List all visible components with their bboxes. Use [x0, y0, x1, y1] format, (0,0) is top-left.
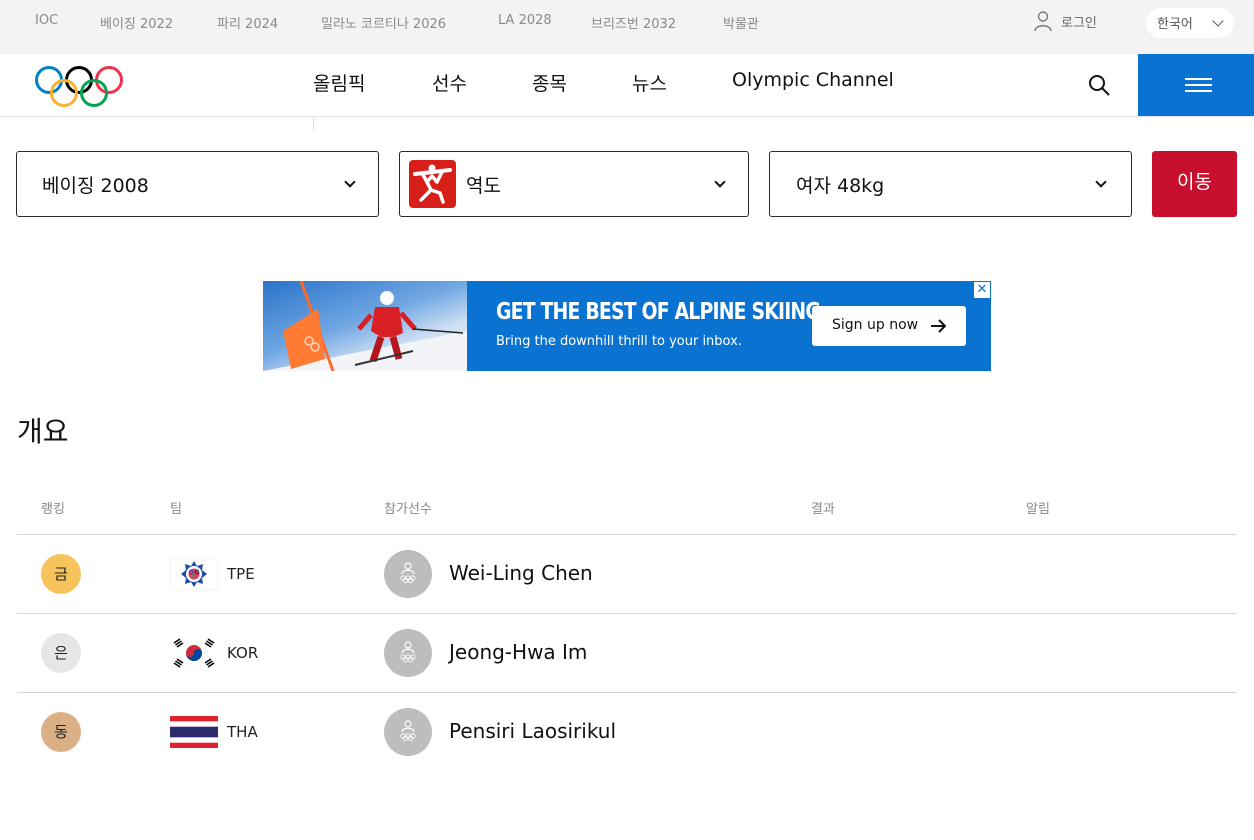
table-divider — [17, 613, 1237, 614]
sport-select-value: 역도 — [466, 175, 501, 197]
ad-signup-label: Sign up now — [832, 317, 919, 333]
language-label: 한국어 — [1157, 17, 1193, 32]
weightlifting-pictogram-icon — [409, 160, 456, 208]
sport-select[interactable]: 역도 — [399, 151, 749, 217]
alpine-skiing-ad-banner[interactable]: GET THE BEST OF ALPINE SKIING Bring the … — [263, 281, 991, 371]
olympic-rings-logo[interactable] — [34, 64, 124, 108]
silver-medal-badge: 은 — [41, 633, 81, 673]
menu-bar-top — [1185, 78, 1212, 80]
skier-photo — [263, 281, 467, 371]
bronze-medal-badge: 동 — [41, 712, 81, 752]
noc-code: KOR — [227, 644, 259, 662]
nav-olympics[interactable]: 올림픽 — [313, 69, 365, 96]
chinese-taipei-flag-icon — [170, 558, 218, 590]
south-korea-flag-icon — [170, 637, 218, 669]
chevron-down-icon — [714, 176, 726, 188]
ad-signup-button[interactable]: Sign up now — [812, 306, 966, 346]
avatar-placeholder-icon — [400, 720, 416, 742]
user-icon — [1034, 11, 1052, 32]
arrow-right-icon — [931, 319, 947, 333]
ad-close-icon[interactable]: ✕ — [973, 281, 991, 299]
table-divider — [17, 692, 1237, 693]
chevron-down-icon — [1212, 15, 1224, 27]
athlete-name-link[interactable]: Wei-Ling Chen — [449, 561, 593, 585]
noc-code: THA — [227, 723, 258, 741]
toplink-milano-cortina-2026[interactable]: 밀라노 코르티나 2026 — [321, 13, 446, 32]
chevron-down-icon — [344, 176, 356, 188]
toplink-paris-2024[interactable]: 파리 2024 — [217, 13, 278, 32]
search-icon[interactable] — [1088, 74, 1110, 96]
noc-code: TPE — [227, 565, 255, 583]
athlete-avatar — [384, 708, 432, 756]
avatar-placeholder-icon — [400, 641, 416, 663]
column-header-result: 결과 — [811, 502, 835, 517]
toplink-beijing-2022[interactable]: 베이징 2022 — [100, 13, 173, 32]
column-header-rank: 랭킹 — [41, 502, 65, 517]
toplink-ioc[interactable]: IOC — [35, 13, 58, 28]
athlete-name-link[interactable]: Jeong-Hwa Im — [449, 640, 587, 664]
column-header-team: 팀 — [170, 502, 182, 517]
athlete-avatar — [384, 629, 432, 677]
go-button[interactable]: 이동 — [1152, 151, 1237, 217]
ad-headline: GET THE BEST OF ALPINE SKIING — [496, 299, 821, 325]
toplink-museum[interactable]: 박물관 — [723, 13, 759, 32]
table-divider — [17, 534, 1237, 535]
nav-news[interactable]: 뉴스 — [632, 69, 667, 96]
games-select-value: 베이징 2008 — [42, 175, 149, 197]
language-selector[interactable]: 한국어 — [1146, 8, 1234, 38]
gold-medal-badge: 금 — [41, 554, 81, 594]
hamburger-menu-button[interactable] — [1138, 54, 1254, 116]
top-utility-bar: IOC 베이징 2022 파리 2024 밀라노 코르티나 2026 LA 20… — [0, 0, 1254, 54]
column-header-notification: 알림 — [1026, 502, 1050, 517]
menu-bar-middle — [1185, 84, 1212, 86]
athlete-avatar — [384, 550, 432, 598]
avatar-placeholder-icon — [400, 562, 416, 584]
header-divider-tick — [313, 117, 314, 130]
nav-olympic-channel[interactable]: Olympic Channel — [732, 69, 894, 91]
toplink-brisbane-2032[interactable]: 브리즈번 2032 — [591, 13, 676, 32]
overview-heading: 개요 — [17, 415, 69, 448]
games-select[interactable]: 베이징 2008 — [16, 151, 379, 217]
event-select-value: 여자 48kg — [796, 175, 885, 197]
login-label: 로그인 — [1061, 15, 1097, 31]
toplink-la-2028[interactable]: LA 2028 — [498, 13, 552, 28]
nav-athletes[interactable]: 선수 — [432, 69, 467, 96]
main-header: 올림픽 선수 종목 뉴스 Olympic Channel — [0, 54, 1254, 117]
athlete-name-link[interactable]: Pensiri Laosirikul — [449, 719, 616, 743]
login-link[interactable]: 로그인 — [1033, 10, 1097, 32]
ad-subtext: Bring the downhill thrill to your inbox. — [496, 334, 742, 349]
nav-sports[interactable]: 종목 — [532, 69, 567, 96]
chevron-down-icon — [1095, 176, 1107, 188]
thailand-flag-icon — [170, 716, 218, 748]
menu-bar-bottom — [1185, 90, 1212, 92]
column-header-athlete: 참가선수 — [384, 502, 432, 517]
event-select[interactable]: 여자 48kg — [769, 151, 1132, 217]
